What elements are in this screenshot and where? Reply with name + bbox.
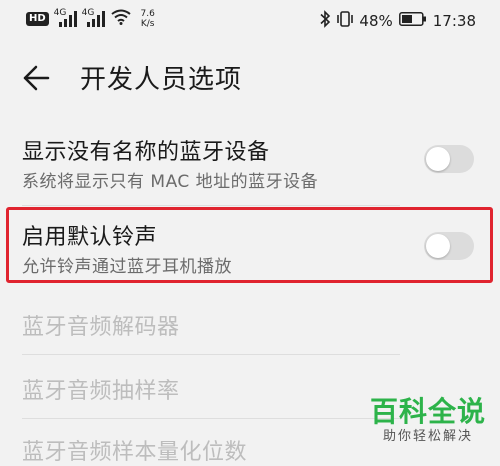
setting-row-bluetooth-audio-codec: 蓝牙音频解码器	[0, 290, 500, 352]
divider	[22, 354, 400, 355]
sim2-network-label: 4G	[81, 8, 95, 18]
setting-title: 显示没有名称的蓝牙设备	[22, 140, 270, 165]
watermark-slogan: 助你轻松解决	[382, 429, 473, 444]
status-bar-left: HD 4G 4G 7.6 K/s	[26, 8, 159, 29]
hd-icon: HD	[26, 12, 49, 26]
toolbar: 开发人员选项	[0, 42, 500, 112]
battery-icon	[398, 12, 427, 30]
highlight-box	[6, 207, 493, 283]
wifi-icon	[111, 9, 131, 29]
bluetooth-icon	[319, 10, 331, 32]
net-speed: 7.6 K/s	[137, 9, 159, 29]
setting-title: 蓝牙音频解码器	[22, 315, 180, 340]
status-bar-right: 48% 17:38	[319, 10, 476, 32]
vibrate-icon	[337, 10, 354, 32]
signal-icon: 4G	[81, 8, 105, 27]
toggle-knob	[426, 147, 450, 171]
watermark-logo: 百科全说	[369, 395, 486, 428]
watermark: 百科全说 助你轻松解决	[370, 396, 486, 446]
divider	[22, 418, 400, 419]
page-title: 开发人员选项	[80, 65, 243, 95]
setting-title: 蓝牙音频抽样率	[22, 379, 180, 404]
sim1-network-label: 4G	[53, 8, 67, 18]
battery-percent: 48%	[359, 12, 393, 30]
toggle-switch[interactable]	[424, 145, 474, 173]
signal-icon: 4G	[53, 8, 77, 27]
divider	[22, 205, 400, 206]
setting-row-show-unnamed-bluetooth[interactable]: 显示没有名称的蓝牙设备 系统将显示只有 MAC 地址的蓝牙设备	[0, 125, 500, 203]
status-bar: HD 4G 4G 7.6 K/s 48% 17:38	[0, 0, 500, 42]
setting-subtitle: 系统将显示只有 MAC 地址的蓝牙设备	[22, 172, 319, 192]
arrow-left-icon[interactable]	[22, 64, 50, 92]
net-speed-value: 7.6	[140, 9, 155, 19]
setting-title: 蓝牙音频样本量化位数	[22, 440, 248, 465]
net-speed-unit: K/s	[140, 19, 155, 29]
clock: 17:38	[432, 12, 476, 30]
